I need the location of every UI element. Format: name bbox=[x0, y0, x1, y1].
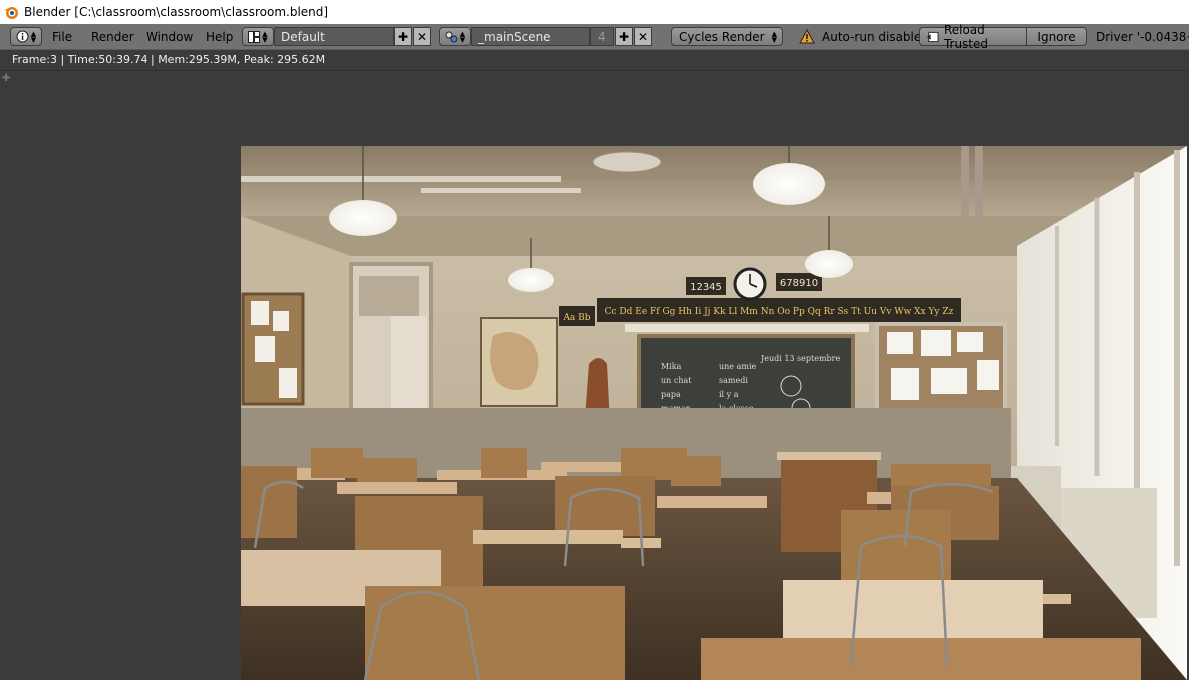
add-scene-button[interactable]: ✚ bbox=[615, 27, 633, 46]
render-result-image: Aa Bb Cc Dd Ee Ff Gg Hh Ii Jj Kk Ll Mm N… bbox=[241, 146, 1187, 680]
ceiling-lamp bbox=[753, 163, 825, 205]
chalk-word: un chat bbox=[661, 376, 692, 385]
alphabet-start-text: Aa Bb bbox=[562, 313, 590, 323]
updown-arrows-icon: ▲ ▼ bbox=[262, 29, 268, 44]
menu-file[interactable]: File bbox=[52, 29, 72, 45]
plus-icon: ✚ bbox=[397, 29, 409, 44]
chalk-word: papa bbox=[661, 390, 681, 399]
chalk-word: il y a bbox=[719, 390, 739, 399]
render-engine-dropdown[interactable]: Cycles Render ▲ ▼ bbox=[671, 27, 783, 46]
updown-arrows-icon: ▲ ▼ bbox=[30, 29, 37, 44]
close-icon: ✕ bbox=[416, 29, 428, 44]
render-stats: Frame:3 | Time:50:39.74 | Mem:295.39M, P… bbox=[12, 53, 326, 66]
menu-render[interactable]: Render bbox=[91, 29, 134, 45]
screen-layout-selector[interactable]: ▲ ▼ bbox=[242, 27, 274, 46]
ceiling-lamp bbox=[329, 200, 397, 236]
close-icon: ✕ bbox=[637, 29, 649, 44]
reload-trusted-button[interactable]: Reload Trusted bbox=[919, 23, 1027, 51]
menu-help[interactable]: Help bbox=[206, 29, 233, 45]
scene-icon bbox=[445, 31, 458, 42]
chalk-date: Jeudi 13 septembre bbox=[760, 354, 840, 363]
scene-users-count: 4 bbox=[590, 27, 614, 46]
add-screen-button[interactable]: ✚ bbox=[394, 27, 412, 46]
scene-selector[interactable]: ▲ ▼ bbox=[439, 27, 471, 46]
reload-trusted-label: Reload Trusted bbox=[943, 22, 989, 51]
screen-layout-field[interactable]: Default bbox=[274, 27, 394, 46]
scene-name-field[interactable]: _mainScene bbox=[471, 27, 590, 46]
ignore-button[interactable]: Ignore bbox=[1026, 27, 1087, 46]
plus-icon: ✚ bbox=[618, 29, 630, 44]
title-bar: Blender [C:\classroom\classroom\classroo… bbox=[0, 0, 1189, 24]
chalk-word: Mika bbox=[661, 362, 682, 371]
chalk-word: samedi bbox=[719, 376, 748, 385]
render-engine-label: Cycles Render bbox=[679, 29, 765, 44]
delete-screen-button[interactable]: ✕ bbox=[413, 27, 431, 46]
ceiling-lamp bbox=[805, 250, 853, 278]
numbers-right-text: 678910 bbox=[780, 278, 818, 289]
delete-scene-button[interactable]: ✕ bbox=[634, 27, 652, 46]
updown-arrows-icon: ▲ ▼ bbox=[459, 29, 466, 44]
main-header: ▲ ▼ File Render Window Help ▲ ▼ Default ✚ … bbox=[0, 23, 1189, 51]
chalk-word: une amie bbox=[719, 362, 756, 371]
blender-logo-icon bbox=[4, 7, 18, 19]
render-info-bar: Frame:3 | Time:50:39.74 | Mem:295.39M, P… bbox=[0, 50, 1189, 71]
ceiling-lamp bbox=[508, 268, 554, 292]
ceiling-vent bbox=[592, 151, 662, 173]
driver-error-text: Driver '-0.0438+(( bbox=[1096, 30, 1189, 44]
file-refresh-icon bbox=[926, 31, 939, 42]
autorun-warning-text: Auto-run disabled bbox=[822, 30, 929, 44]
image-editor-viewport[interactable]: ✚ Aa Bb Cc Dd Ee Ff Gg Hh Ii Jj Kk Ll Mm… bbox=[0, 71, 1189, 680]
area-split-icon[interactable]: ✚ bbox=[2, 73, 10, 84]
menu-window[interactable]: Window bbox=[146, 29, 193, 45]
updown-arrows-icon: ▲ ▼ bbox=[771, 29, 777, 44]
alphabet-text: Cc Dd Ee Ff Gg Hh Ii Jj Kk Ll Mm Nn Oo P… bbox=[605, 307, 954, 317]
info-icon bbox=[16, 30, 29, 43]
layout-grid-icon bbox=[248, 30, 261, 43]
numbers-left-text: 12345 bbox=[690, 282, 722, 293]
editor-type-selector[interactable]: ▲ ▼ bbox=[10, 27, 42, 46]
warning-icon bbox=[799, 29, 815, 44]
ignore-label: Ignore bbox=[1037, 29, 1076, 44]
window-title: Blender [C:\classroom\classroom\classroo… bbox=[24, 5, 329, 19]
